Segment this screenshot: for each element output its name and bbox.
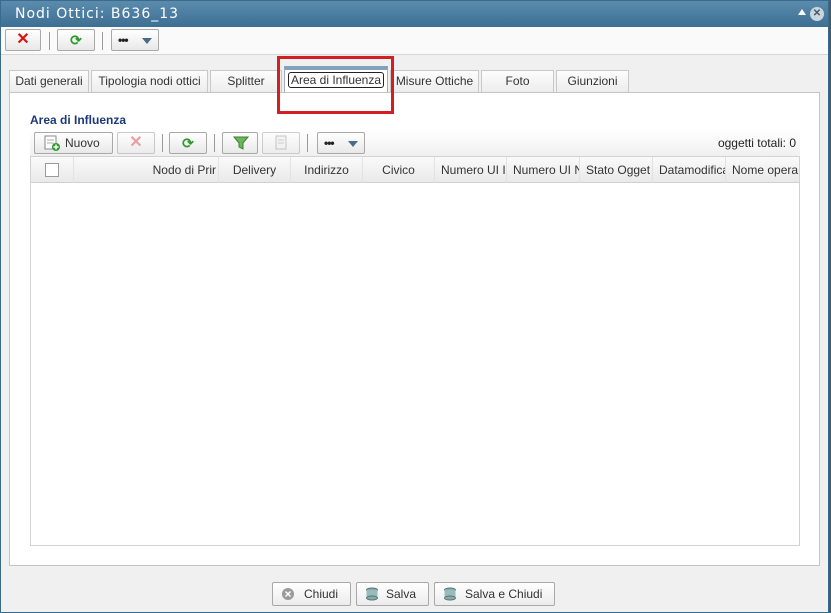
refresh-icon: ⟳	[182, 135, 194, 151]
window-title: Nodi Ottici: B636_13	[15, 6, 180, 22]
delete-button[interactable]: ✕	[5, 29, 41, 51]
close-circle-icon	[282, 588, 294, 600]
refresh-icon: ⟳	[70, 32, 82, 48]
save-and-close-label: Salva e Chiudi	[465, 587, 543, 601]
close-button-label: Chiudi	[304, 587, 339, 601]
close-button[interactable]: Chiudi	[272, 582, 351, 606]
panel-title: Area di Influenza	[30, 113, 127, 127]
column-header[interactable]: Numero UI N	[507, 157, 580, 183]
delete-icon: ✕	[129, 134, 143, 151]
column-header[interactable]: Numero UI I	[435, 157, 507, 183]
toolbar-separator	[307, 134, 308, 152]
main-toolbar: ✕ ⟳ •••	[1, 27, 828, 55]
add-icon	[44, 135, 60, 151]
dialog-footer: Chiudi Salva Salva e Chiudi	[1, 575, 828, 612]
column-header[interactable]: Datamodifica	[653, 157, 726, 183]
tab-misure-ottiche[interactable]: Misure Ottiche	[390, 70, 479, 92]
new-button[interactable]: Nuovo	[34, 132, 113, 154]
select-all-column	[31, 157, 74, 183]
filter-button[interactable]	[222, 132, 258, 154]
column-header[interactable]: Delivery	[219, 157, 291, 183]
new-button-label: Nuovo	[65, 136, 100, 150]
tab-splitter[interactable]: Splitter	[210, 70, 282, 92]
tab-area-di-influenza[interactable]: Area di Influenza	[284, 66, 388, 93]
column-header[interactable]: Stato Ogget	[580, 157, 653, 183]
tab-giunzioni[interactable]: Giunzioni	[556, 70, 629, 92]
total-count: oggetti totali: 0	[717, 136, 796, 150]
tab-content-panel: Area di Influenza Nuovo ✕ ⟳ ••• oggetti …	[9, 92, 820, 566]
more-actions-dropdown[interactable]: •••	[111, 29, 159, 51]
select-all-checkbox[interactable]	[45, 163, 59, 177]
toolbar-separator	[49, 32, 50, 50]
toolbar-separator	[214, 134, 215, 152]
dialog-window: Nodi Ottici: B636_13 ✕ ✕ ⟳ ••• Dati gene…	[0, 0, 829, 613]
chevron-down-icon	[348, 141, 358, 147]
collapse-icon[interactable]	[798, 9, 806, 15]
tab-dati-generali[interactable]: Dati generali	[9, 70, 89, 92]
toolbar-separator	[102, 32, 103, 50]
refresh-button[interactable]: ⟳	[57, 29, 95, 51]
save-button-label: Salva	[386, 587, 417, 601]
column-header[interactable]: Nodo di Prir	[74, 157, 219, 183]
export-icon	[275, 135, 287, 150]
grid-header: Nodo di Prir Delivery Indirizzo Civico N…	[31, 157, 799, 183]
column-header[interactable]: Indirizzo	[291, 157, 363, 183]
tab-tipologia-nodi-ottici[interactable]: Tipologia nodi ottici	[91, 70, 208, 92]
database-icon	[366, 587, 378, 601]
column-header[interactable]: Nome opera	[726, 157, 799, 183]
refresh-grid-button[interactable]: ⟳	[169, 132, 207, 154]
delete-icon: ✕	[16, 31, 30, 48]
more-icon: •••	[324, 136, 335, 150]
more-icon: •••	[118, 33, 129, 47]
chevron-down-icon	[142, 38, 152, 44]
filter-icon	[233, 136, 249, 150]
tab-foto[interactable]: Foto	[481, 70, 554, 92]
grid-more-dropdown[interactable]: •••	[317, 132, 365, 154]
save-and-close-button[interactable]: Salva e Chiudi	[434, 582, 555, 606]
title-bar[interactable]: Nodi Ottici: B636_13 ✕	[1, 1, 828, 27]
close-window-icon[interactable]: ✕	[810, 7, 824, 21]
column-header[interactable]: Civico	[363, 157, 435, 183]
toolbar-separator	[162, 134, 163, 152]
grid-toolbar: Nuovo ✕ ⟳ ••• oggetti totali: 0	[30, 130, 800, 156]
save-button[interactable]: Salva	[356, 582, 429, 606]
delete-row-button[interactable]: ✕	[117, 132, 155, 154]
database-icon	[444, 587, 456, 601]
data-grid: Nodo di Prir Delivery Indirizzo Civico N…	[30, 156, 800, 546]
export-button[interactable]	[262, 132, 300, 154]
